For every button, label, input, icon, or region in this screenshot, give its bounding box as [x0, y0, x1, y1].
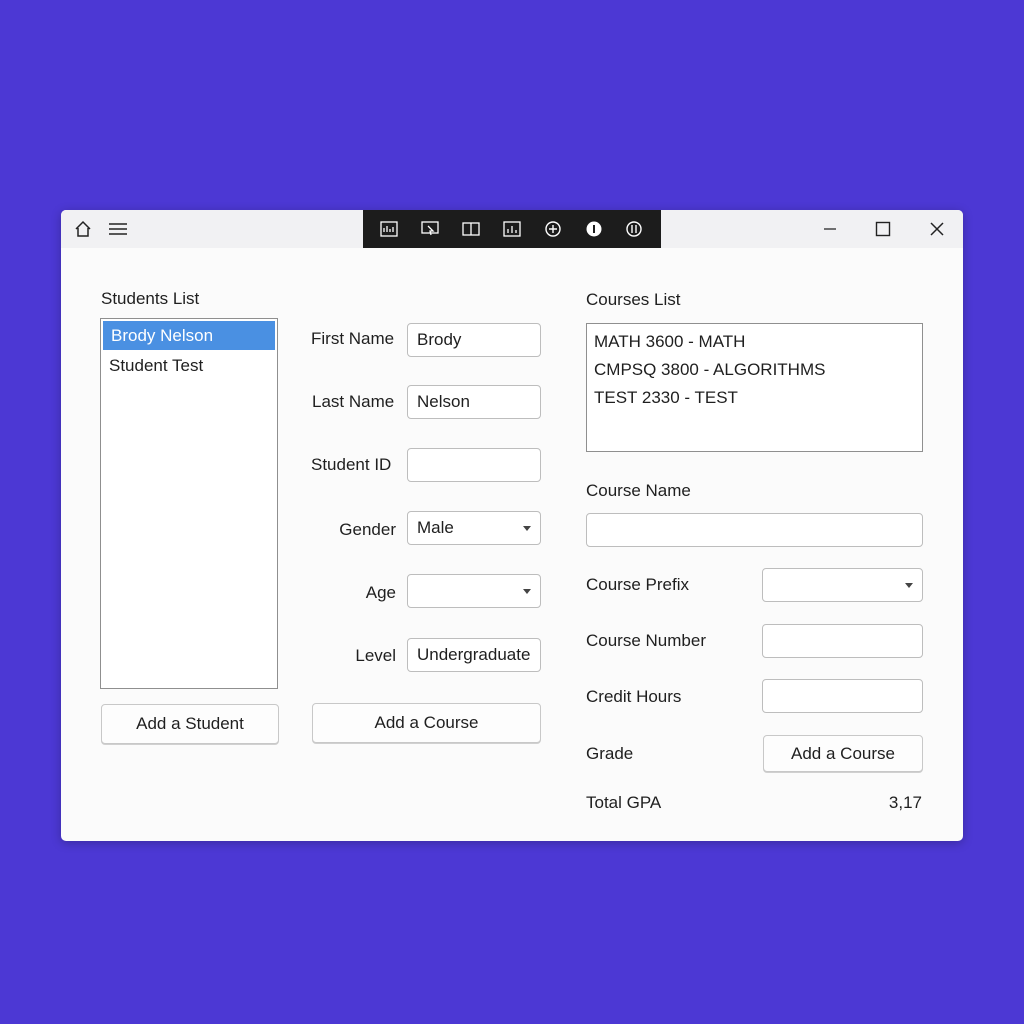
app-window: Students List Brody Nelson Student Test …: [61, 210, 963, 841]
course-name-label: Course Name: [586, 481, 691, 500]
course-list-item[interactable]: MATH 3600 - MATH: [587, 328, 922, 356]
students-listbox[interactable]: Brody Nelson Student Test: [100, 318, 278, 689]
chevron-down-icon: [523, 589, 531, 594]
title-bar: [61, 210, 963, 248]
first-name-field[interactable]: Brody: [407, 323, 541, 357]
student-id-field[interactable]: [407, 448, 541, 482]
credit-hours-label: Credit Hours: [586, 687, 682, 706]
courses-list-title: Courses List: [586, 290, 681, 309]
course-name-field[interactable]: [586, 513, 923, 547]
course-prefix-label: Course Prefix: [586, 575, 689, 594]
total-gpa-label: Total GPA: [586, 793, 662, 812]
level-label: Level: [355, 646, 396, 665]
gender-label: Gender: [339, 520, 396, 539]
home-icon[interactable]: [73, 219, 93, 239]
maximize-icon[interactable]: [860, 210, 906, 248]
total-gpa-value: 3,17: [888, 793, 922, 812]
add-course-button-left[interactable]: Add a Course: [312, 703, 541, 743]
level-field[interactable]: Undergraduate: [407, 638, 541, 672]
student-list-item[interactable]: Student Test: [101, 351, 277, 380]
chevron-down-icon: [523, 526, 531, 531]
grade-label: Grade: [586, 744, 634, 763]
student-list-item[interactable]: Brody Nelson: [103, 321, 275, 350]
gender-select[interactable]: Male: [407, 511, 541, 545]
track-focus-icon[interactable]: [501, 218, 523, 240]
course-list-item[interactable]: TEST 2330 - TEST: [587, 384, 922, 412]
course-prefix-select[interactable]: [762, 568, 923, 602]
course-number-label: Course Number: [586, 631, 706, 650]
gender-value: Male: [417, 518, 454, 537]
hot-reload-icon[interactable]: [623, 218, 645, 240]
hamburger-menu-icon[interactable]: [108, 219, 128, 239]
add-student-button[interactable]: Add a Student: [101, 704, 279, 744]
age-select[interactable]: [407, 574, 541, 608]
live-visual-tree-icon[interactable]: [378, 218, 400, 240]
first-name-label: First Name: [311, 329, 395, 348]
add-circle-icon[interactable]: [542, 218, 564, 240]
course-number-field[interactable]: [762, 624, 923, 658]
display-layout-adorners-icon[interactable]: [460, 218, 482, 240]
chevron-down-icon: [905, 583, 913, 588]
last-name-label: Last Name: [312, 392, 395, 411]
select-element-icon[interactable]: [419, 218, 441, 240]
info-circle-icon[interactable]: [583, 218, 605, 240]
courses-listbox[interactable]: MATH 3600 - MATH CMPSQ 3800 - ALGORITHMS…: [586, 323, 923, 452]
course-list-item[interactable]: CMPSQ 3800 - ALGORITHMS: [587, 356, 922, 384]
students-list-title: Students List: [101, 289, 200, 308]
close-icon[interactable]: [914, 210, 960, 248]
add-course-button-right[interactable]: Add a Course: [763, 735, 923, 772]
minimize-icon[interactable]: [807, 210, 853, 248]
age-label: Age: [365, 583, 396, 602]
credit-hours-field[interactable]: [762, 679, 923, 713]
last-name-field[interactable]: Nelson: [407, 385, 541, 419]
student-id-label: Student ID: [311, 455, 392, 474]
debug-toolbar: [363, 210, 661, 248]
